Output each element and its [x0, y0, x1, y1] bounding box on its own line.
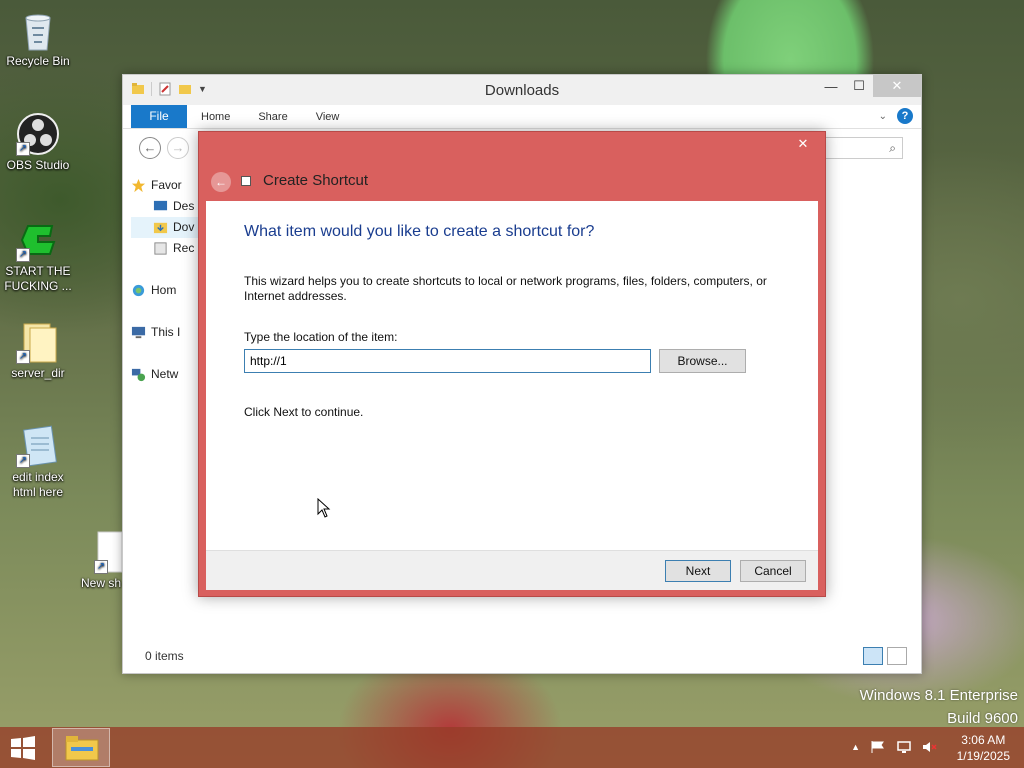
- expand-ribbon-icon[interactable]: ⌄: [879, 111, 887, 122]
- desktop-icon: [153, 200, 168, 211]
- nav-label: Favor: [151, 178, 182, 192]
- obs-icon: ↗: [16, 112, 60, 156]
- search-input[interactable]: ⌕: [823, 137, 903, 159]
- downloads-folder-icon: [153, 222, 168, 234]
- nav-label: Dov: [173, 220, 195, 234]
- nav-recent[interactable]: Rec: [131, 238, 201, 259]
- green-g-icon: ↗: [16, 218, 60, 262]
- back-arrow-icon[interactable]: ←: [211, 172, 231, 192]
- explorer-title-bar[interactable]: ▼ Downloads — ☐ ✕: [123, 75, 921, 105]
- blank-file-icon: ↗: [94, 530, 124, 574]
- minimize-button[interactable]: —: [817, 75, 845, 97]
- next-hint-text: Click Next to continue.: [244, 405, 364, 419]
- homegroup-icon: [132, 284, 145, 297]
- nav-label: Netw: [151, 367, 179, 381]
- desktop-icon-label: Recycle Bin: [6, 54, 70, 68]
- desktop-icon-recycle-bin[interactable]: Recycle Bin: [0, 8, 76, 69]
- system-tray: ▲: [851, 740, 938, 754]
- shortcut-arrow-icon: ↗: [16, 248, 30, 262]
- clock-time: 3:06 AM: [961, 733, 1006, 747]
- notepad-icon: ↗: [16, 424, 60, 468]
- shortcut-arrow-icon: ↗: [16, 350, 30, 364]
- status-bar-item-count: 0 items: [145, 649, 184, 663]
- dialog-header: ← Create Shortcut: [199, 162, 825, 200]
- clock-date: 1/19/2025: [956, 749, 1010, 763]
- large-icons-view-icon[interactable]: [887, 647, 907, 665]
- location-input[interactable]: [244, 349, 651, 373]
- window-title: Downloads: [484, 82, 560, 99]
- dialog-footer: Next Cancel: [206, 550, 818, 590]
- desktop-icon-label: START THE FUCKING ...: [4, 264, 72, 293]
- watermark-edition: Windows 8.1 Enterprise: [859, 687, 1018, 704]
- desktop-icon-obs[interactable]: ↗ OBS Studio: [0, 112, 76, 173]
- nav-label: Hom: [151, 283, 177, 297]
- dialog-body: What item would you like to create a sho…: [206, 201, 818, 551]
- tab-file[interactable]: File: [131, 105, 187, 128]
- nav-label: Rec: [173, 241, 195, 255]
- shortcut-arrow-icon: ↗: [94, 560, 108, 574]
- nav-downloads[interactable]: Dov: [131, 217, 201, 238]
- shortcut-icon: [241, 176, 251, 186]
- desktop-icon-new-shortcut[interactable]: ↗ New sh: [74, 530, 124, 591]
- action-center-flag-icon[interactable]: [870, 740, 886, 754]
- tab-share[interactable]: Share: [244, 105, 301, 128]
- desktop-icon-label: New sh: [81, 576, 122, 590]
- navigation-pane: Favor Des Dov Rec Hom This I Netw: [131, 175, 201, 385]
- help-icon[interactable]: ?: [897, 108, 913, 124]
- dialog-title: Create Shortcut: [263, 172, 369, 189]
- create-shortcut-dialog: ✕ ← Create Shortcut What item would you …: [198, 131, 826, 597]
- cancel-button[interactable]: Cancel: [740, 560, 806, 582]
- ribbon-tabs: File Home Share View ⌄ ?: [123, 105, 921, 129]
- details-view-icon[interactable]: [863, 647, 883, 665]
- taskbar-clock[interactable]: 3:06 AM 1/19/2025: [957, 732, 1010, 764]
- shortcut-arrow-icon: ↗: [16, 142, 30, 156]
- desktop-icon-label: edit index html here: [12, 470, 64, 499]
- taskbar-file-explorer[interactable]: [52, 728, 110, 767]
- nav-label: This I: [151, 325, 181, 339]
- show-hidden-icons-icon[interactable]: ▲: [851, 742, 860, 752]
- back-button[interactable]: ←: [139, 137, 161, 159]
- nav-favorites[interactable]: Favor: [131, 175, 201, 196]
- desktop-icon-label: server_dir: [11, 366, 65, 380]
- volume-muted-icon[interactable]: [922, 740, 938, 754]
- shortcut-arrow-icon: ↗: [16, 454, 30, 468]
- tab-home[interactable]: Home: [187, 105, 244, 128]
- close-button[interactable]: ✕: [873, 75, 921, 97]
- nav-network[interactable]: Netw: [131, 364, 201, 385]
- desktop-icon-edit-index[interactable]: ↗ edit index html here: [0, 424, 76, 500]
- network-icon: [131, 368, 146, 382]
- star-icon: [131, 178, 146, 193]
- browse-button[interactable]: Browse...: [659, 349, 746, 373]
- folder-icon: ↗: [16, 320, 60, 364]
- wizard-description: This wizard helps you to create shortcut…: [244, 274, 767, 303]
- tab-view[interactable]: View: [302, 105, 354, 128]
- wizard-heading: What item would you like to create a sho…: [244, 223, 595, 240]
- forward-button[interactable]: →: [167, 137, 189, 159]
- nav-this-pc[interactable]: This I: [131, 322, 201, 343]
- nav-desktop[interactable]: Des: [131, 196, 201, 217]
- desktop-icon-start[interactable]: ↗ START THE FUCKING ...: [0, 218, 76, 294]
- recycle-bin-icon: [16, 8, 60, 52]
- nav-homegroup[interactable]: Hom: [131, 280, 201, 301]
- next-button[interactable]: Next: [665, 560, 731, 582]
- mouse-cursor-icon: [317, 498, 331, 518]
- windows-watermark: Windows 8.1 Enterprise Build 9600: [860, 684, 1018, 730]
- search-icon: ⌕: [889, 141, 896, 155]
- desktop-icon-server-dir[interactable]: ↗ server_dir: [0, 320, 76, 381]
- nav-label: Des: [173, 199, 195, 213]
- recent-places-icon: [154, 242, 167, 255]
- taskbar: ▲ 3:06 AM 1/19/2025: [0, 727, 1024, 768]
- desktop-icon-label: OBS Studio: [6, 158, 70, 172]
- windows-start-icon[interactable]: [8, 735, 38, 761]
- maximize-button[interactable]: ☐: [845, 75, 873, 97]
- location-label: Type the location of the item:: [244, 330, 398, 344]
- file-explorer-icon: [65, 736, 99, 761]
- dialog-close-button[interactable]: ✕: [789, 134, 817, 154]
- computer-icon: [131, 326, 146, 339]
- network-status-icon[interactable]: [896, 740, 912, 754]
